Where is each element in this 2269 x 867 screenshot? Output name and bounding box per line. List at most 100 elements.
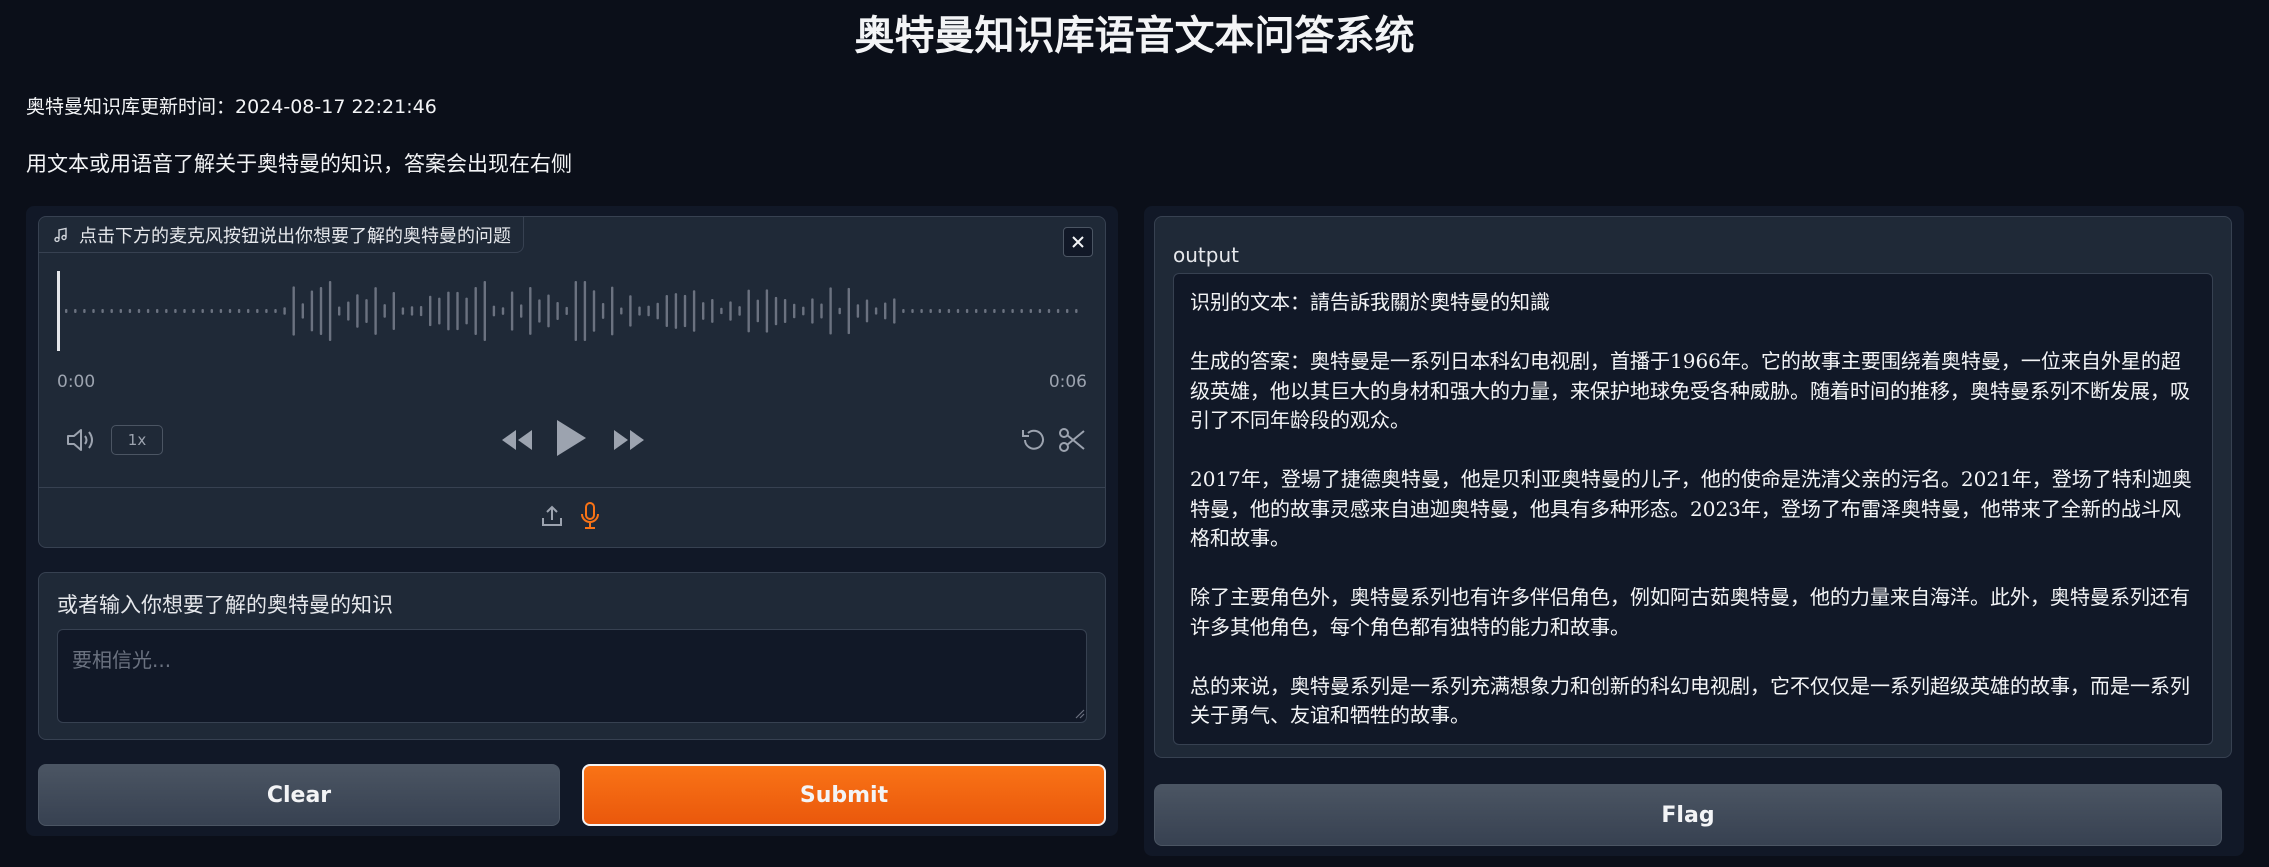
clear-button[interactable]: Clear xyxy=(38,764,560,826)
flag-button[interactable]: Flag xyxy=(1154,784,2222,846)
waveform-bar xyxy=(383,304,386,318)
microphone-icon xyxy=(581,502,599,529)
waveform-bar xyxy=(301,303,304,319)
waveform-bar xyxy=(1075,309,1078,313)
playhead xyxy=(57,271,60,351)
update-time: 奥特曼知识库更新时间：2024-08-17 22:21:46 xyxy=(26,96,437,118)
waveform-bar xyxy=(83,309,86,313)
waveform-bar xyxy=(629,295,632,327)
waveform-bar xyxy=(183,309,186,313)
volume-icon xyxy=(67,429,93,451)
waveform-bar xyxy=(110,309,113,313)
waveform-bar xyxy=(874,307,878,315)
waveform-bar xyxy=(929,309,932,313)
page-title: 奥特曼知识库语音文本问答系统 xyxy=(854,13,1415,59)
undo-button[interactable] xyxy=(1017,423,1051,457)
waveform-bar xyxy=(465,297,468,325)
waveform-bar xyxy=(574,281,577,341)
waveform-bar xyxy=(984,309,987,313)
waveform-bar xyxy=(392,292,395,330)
page-description: 用文本或用语音了解关于奥特曼的知识，答案会出现在右侧 xyxy=(26,152,572,176)
question-input[interactable] xyxy=(57,629,1087,723)
waveform-bar xyxy=(474,287,477,335)
audio-input: 点击下方的麦克风按钮说出你想要了解的奥特曼的问题 0:00 0:06 1x xyxy=(38,216,1106,548)
trim-button[interactable] xyxy=(1055,423,1089,457)
waveform-bar xyxy=(347,301,350,321)
waveform-bar xyxy=(638,306,641,316)
waveform-bar xyxy=(993,309,996,313)
waveform-bar xyxy=(674,293,678,329)
fast-forward-button[interactable] xyxy=(609,423,649,457)
fast-forward-icon xyxy=(614,430,644,450)
waveform-bar xyxy=(975,309,978,313)
waveform-bar xyxy=(902,309,905,313)
waveform-bar xyxy=(847,287,850,335)
waveform-bar xyxy=(711,299,714,323)
upload-icon xyxy=(542,505,562,526)
waveform-bar xyxy=(692,290,696,332)
waveform-bar xyxy=(783,299,787,323)
waveform-bar xyxy=(1056,309,1060,313)
waveform-bar xyxy=(338,306,341,316)
waveform-bar xyxy=(838,307,841,315)
waveform-bar xyxy=(793,303,796,319)
waveform-bar xyxy=(101,309,104,313)
waveform-bar xyxy=(565,306,568,315)
waveform-bar xyxy=(438,297,441,325)
waveform-bar xyxy=(620,307,623,315)
close-icon xyxy=(1072,236,1084,248)
waveform-bar xyxy=(92,309,95,313)
waveform-bar xyxy=(119,309,122,313)
upload-button[interactable] xyxy=(537,501,567,531)
waveform-bar xyxy=(956,309,960,313)
waveform-bar xyxy=(165,309,168,313)
waveform-bar xyxy=(401,307,405,315)
waveform-bar xyxy=(247,309,250,313)
waveform-bar xyxy=(1047,309,1051,313)
waveform-bar xyxy=(756,299,759,323)
music-note-icon xyxy=(54,227,67,242)
waveform-bar xyxy=(893,298,896,324)
waveform-bar xyxy=(210,309,213,313)
waveform-bar xyxy=(456,291,459,331)
waveform-bar xyxy=(665,295,668,327)
time-current: 0:00 xyxy=(57,372,96,392)
output-textbox[interactable]: 识别的文本：請告訴我關於奧特曼的知識 生成的答案：奥特曼是一系列日本科幻电视剧，… xyxy=(1173,273,2213,745)
waveform-bar xyxy=(410,306,414,316)
clear-audio-button[interactable] xyxy=(1063,227,1093,257)
undo-icon xyxy=(1022,429,1044,450)
waveform-bar xyxy=(656,302,659,320)
waveform-bar xyxy=(938,309,941,313)
waveform-bar xyxy=(601,303,605,319)
audio-waveform[interactable] xyxy=(57,271,1087,351)
waveform-bar xyxy=(1011,309,1014,313)
waveform-bar xyxy=(74,309,77,313)
waveform-bar xyxy=(174,309,177,313)
playback-speed-button[interactable]: 1x xyxy=(111,425,163,455)
submit-button[interactable]: Submit xyxy=(582,764,1106,826)
rewind-button[interactable] xyxy=(497,423,537,457)
waveform-bar xyxy=(720,307,723,315)
waveform-bar xyxy=(811,298,814,324)
waveform-bar xyxy=(856,304,860,318)
waveform-bar xyxy=(483,281,486,341)
microphone-button[interactable] xyxy=(575,499,605,533)
waveform-bar xyxy=(592,290,596,332)
waveform-bar xyxy=(965,309,969,313)
waveform-bar xyxy=(228,309,232,313)
waveform-bar xyxy=(265,309,268,313)
volume-button[interactable] xyxy=(63,423,99,457)
waveform-bar xyxy=(283,307,286,315)
play-button[interactable] xyxy=(551,413,591,463)
time-duration: 0:06 xyxy=(1048,372,1087,392)
waveform-bar xyxy=(747,289,750,333)
waveform-bar xyxy=(647,305,650,317)
waveform-bar xyxy=(374,287,377,335)
waveform-bar xyxy=(237,309,241,313)
waveform-bar xyxy=(947,309,951,313)
waveform-bar xyxy=(192,309,195,313)
waveform-bar xyxy=(310,290,314,332)
rewind-icon xyxy=(502,430,532,450)
waveform-bar xyxy=(538,299,541,323)
resize-grip-icon[interactable] xyxy=(1075,709,1085,719)
